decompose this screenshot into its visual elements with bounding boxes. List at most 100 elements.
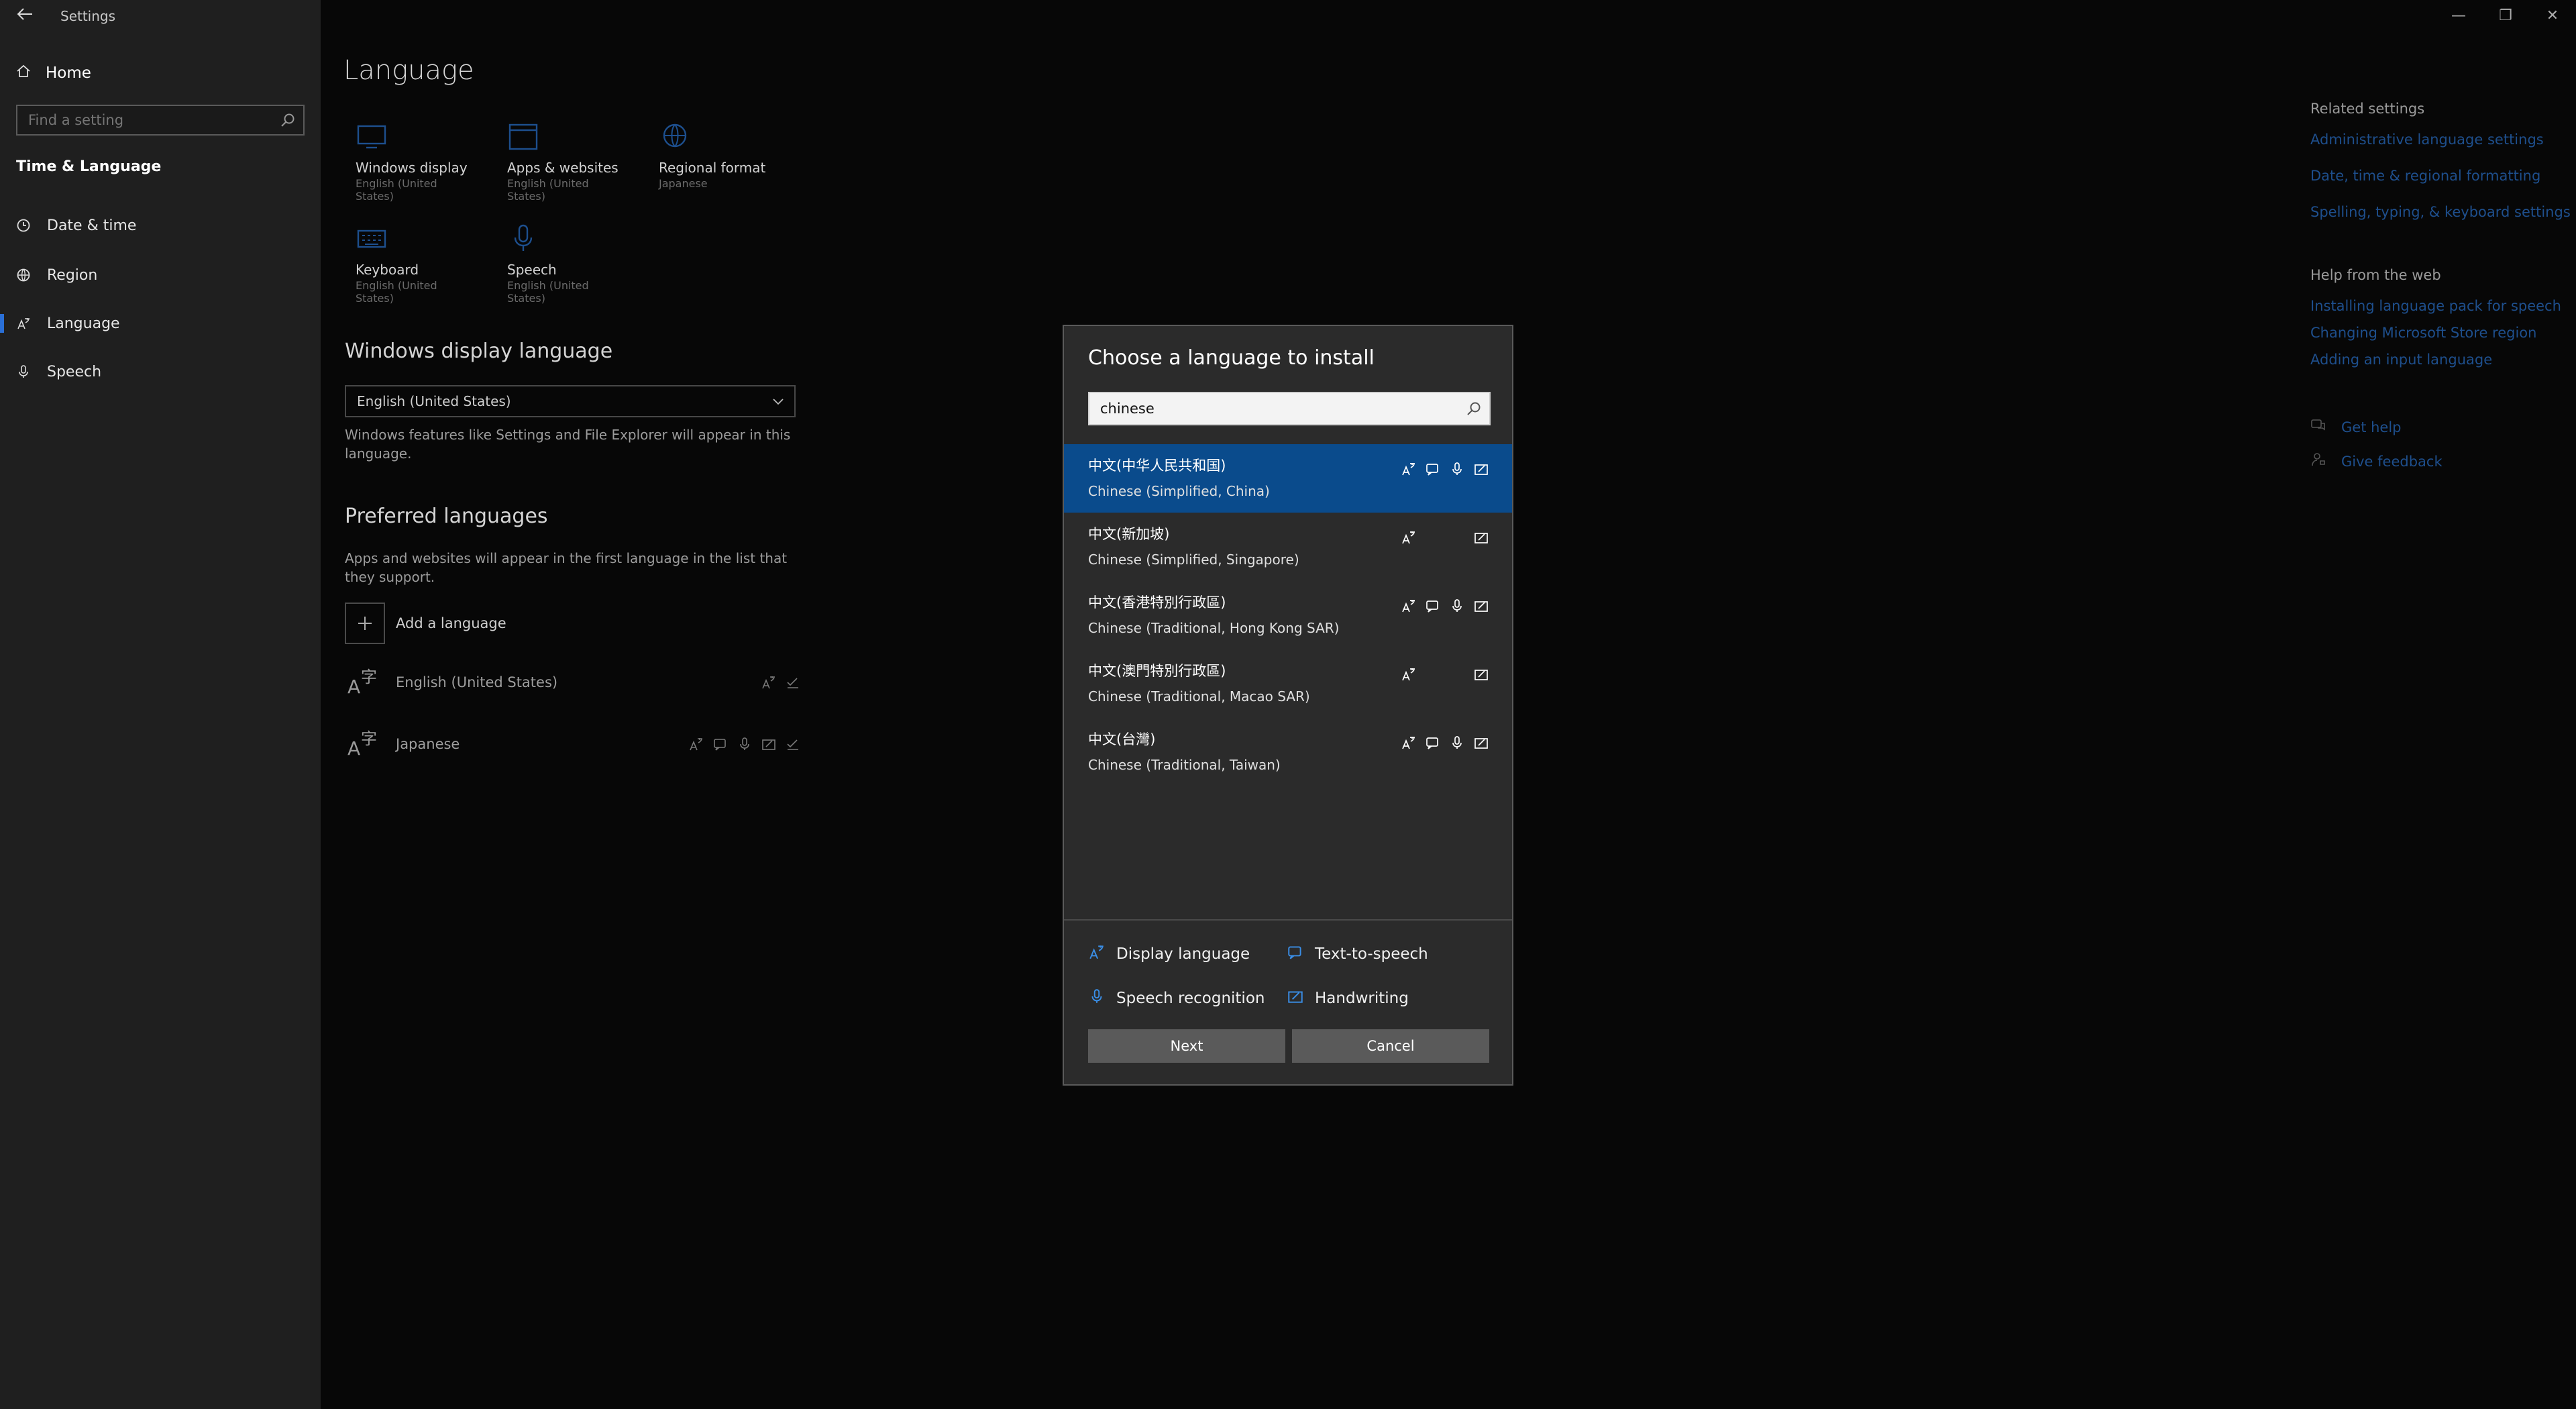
- choose-language-dialog: Choose a language to install 中文(中华人民共和国)…: [1063, 325, 1513, 1086]
- cancel-button[interactable]: Cancel: [1292, 1029, 1489, 1063]
- tile-windows-display[interactable]: Windows display English (United States): [343, 121, 478, 208]
- tile-keyboard[interactable]: Keyboard English (United States): [343, 223, 478, 310]
- legend-label: Handwriting: [1315, 990, 1409, 1007]
- tile-sub: English (United States): [507, 279, 589, 305]
- chat-icon: [2310, 417, 2326, 437]
- preferred-language-english[interactable]: A字 English (United States): [345, 659, 801, 706]
- tile-sub: Japanese: [659, 177, 708, 190]
- language-list: 中文(中华人民共和国) Chinese (Simplified, China) 中文…: [1064, 444, 1512, 786]
- language-english-name: Chinese (Simplified, Singapore): [1088, 552, 1299, 568]
- microphone-icon: [737, 736, 753, 752]
- related-settings-panel: Related settings Administrative language…: [2310, 101, 2576, 471]
- tile-regional-format[interactable]: Regional format Japanese: [647, 121, 781, 208]
- search-icon[interactable]: [279, 111, 297, 129]
- empty-feature-slot: [1421, 527, 1445, 547]
- back-arrow-icon[interactable]: [15, 5, 35, 25]
- language-english-name: Chinese (Traditional, Macao SAR): [1088, 688, 1310, 704]
- help-heading: Help from the web: [2310, 267, 2441, 283]
- legend-display-language: Display language: [1088, 943, 1250, 965]
- next-button[interactable]: Next: [1088, 1029, 1285, 1063]
- legend-label: Display language: [1116, 945, 1250, 963]
- display-language-icon: [1397, 459, 1421, 479]
- tile-speech[interactable]: Speech English (United States): [495, 223, 629, 310]
- microphone-icon: [1445, 733, 1469, 753]
- language-english-name: Chinese (Simplified, China): [1088, 483, 1270, 499]
- tile-name: Apps & websites: [507, 160, 619, 176]
- page-title: Language: [343, 55, 474, 86]
- display-language-icon: [1397, 664, 1421, 684]
- microphone-icon: [16, 364, 31, 379]
- help-link[interactable]: Installing language pack for speech: [2310, 298, 2576, 314]
- legend-label: Speech recognition: [1116, 990, 1265, 1007]
- empty-feature-slot: [1445, 527, 1469, 547]
- svg-text:A: A: [347, 737, 360, 760]
- give-feedback-link[interactable]: Give feedback: [2310, 452, 2576, 471]
- find-setting-box[interactable]: [16, 105, 305, 136]
- nav-home-label: Home: [46, 64, 91, 82]
- handwriting-icon: [1469, 664, 1493, 684]
- handwriting-icon: [761, 736, 777, 752]
- language-letter-icon: A字: [345, 724, 385, 764]
- sidebar-item-region[interactable]: Region: [0, 255, 321, 295]
- language-row[interactable]: 中文(澳門特別行政區) Chinese (Traditional, Macao S…: [1064, 649, 1512, 718]
- section-label: Time & Language: [16, 158, 162, 175]
- add-language-button[interactable]: Add a language: [345, 603, 506, 644]
- tile-apps-websites[interactable]: Apps & websites English (United States): [495, 121, 629, 208]
- display-language-icon: [1088, 943, 1106, 965]
- display-language-select[interactable]: English (United States): [345, 385, 796, 417]
- language-row[interactable]: 中文(台灣) Chinese (Traditional, Taiwan): [1064, 718, 1512, 786]
- display-language-value: English (United States): [357, 393, 511, 409]
- get-help-link[interactable]: Get help: [2310, 417, 2576, 437]
- sidebar: Settings Home Time & Language Date & tim…: [0, 0, 321, 1409]
- legend-label: Text-to-speech: [1315, 945, 1428, 963]
- keyboard-icon: [356, 223, 388, 255]
- tile-sub: English (United States): [356, 279, 437, 305]
- handwriting-icon: [1287, 988, 1304, 1009]
- legend-handwriting: Handwriting: [1287, 988, 1409, 1009]
- display-language-icon: [761, 674, 777, 690]
- chevron-down-icon: [771, 395, 785, 408]
- language-english-name: Chinese (Traditional, Hong Kong SAR): [1088, 620, 1340, 636]
- tile-name: Regional format: [659, 160, 766, 176]
- minimize-button[interactable]: —: [2435, 0, 2482, 31]
- preferred-language-japanese[interactable]: A字 Japanese: [345, 721, 801, 768]
- language-row[interactable]: 中文(中华人民共和国) Chinese (Simplified, China): [1064, 444, 1512, 513]
- language-search-box[interactable]: [1088, 392, 1491, 425]
- microphone-icon: [1445, 459, 1469, 479]
- related-link[interactable]: Administrative language settings: [2310, 132, 2576, 148]
- search-icon[interactable]: [1465, 400, 1483, 417]
- display-language-icon: [1397, 527, 1421, 547]
- handwriting-icon: [1469, 527, 1493, 547]
- close-button[interactable]: ✕: [2529, 0, 2576, 31]
- language-search-input[interactable]: [1100, 401, 1449, 417]
- plus-icon: [345, 603, 385, 644]
- sidebar-item-label: Region: [47, 266, 98, 284]
- svg-text:A: A: [347, 676, 360, 698]
- microphone-icon: [507, 223, 539, 255]
- related-link[interactable]: Date, time & regional formatting: [2310, 168, 2576, 184]
- legend-text-to-speech: Text-to-speech: [1287, 943, 1428, 965]
- get-help-label: Get help: [2341, 419, 2402, 435]
- text-to-speech-icon: [1421, 459, 1445, 479]
- tile-name: Speech: [507, 262, 557, 278]
- tile-sub: English (United States): [507, 177, 589, 203]
- feedback-icon: [2310, 452, 2326, 471]
- related-link[interactable]: Spelling, typing, & keyboard settings: [2310, 204, 2576, 220]
- sidebar-item-date-time[interactable]: Date & time: [0, 205, 321, 246]
- nav-home[interactable]: Home: [16, 63, 91, 83]
- find-setting-input[interactable]: [28, 112, 276, 128]
- legend-speech-recognition: Speech recognition: [1088, 988, 1265, 1009]
- sidebar-item-speech[interactable]: Speech: [0, 352, 321, 392]
- help-link[interactable]: Changing Microsoft Store region: [2310, 325, 2576, 341]
- language-row[interactable]: 中文(香港特別行政區) Chinese (Traditional, Hong Ko…: [1064, 581, 1512, 649]
- text-to-speech-icon: [712, 736, 729, 752]
- language-row[interactable]: 中文(新加坡) Chinese (Simplified, Singapore): [1064, 513, 1512, 581]
- help-link[interactable]: Adding an input language: [2310, 352, 2576, 368]
- display-language-icon: [1397, 733, 1421, 753]
- sidebar-item-language[interactable]: Language: [0, 303, 321, 344]
- preferred-language-name: Japanese: [396, 736, 460, 752]
- empty-feature-slot: [1421, 664, 1445, 684]
- spellcheck-icon: [785, 674, 801, 690]
- restore-button[interactable]: ❐: [2482, 0, 2529, 31]
- microphone-icon: [1445, 596, 1469, 616]
